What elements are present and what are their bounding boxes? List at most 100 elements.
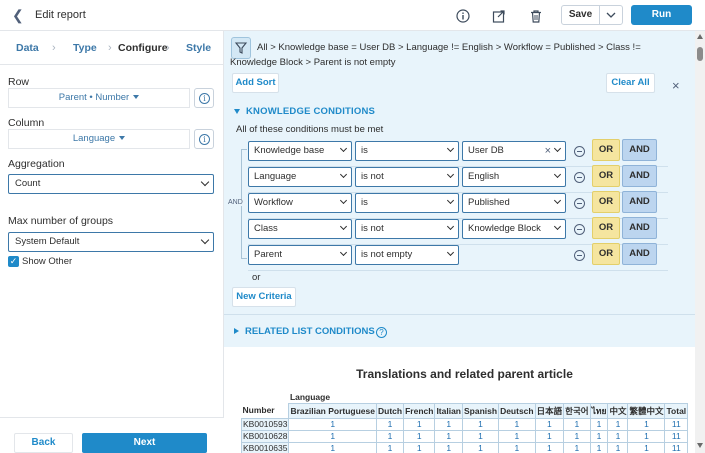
column-header[interactable]: Italian [434,402,463,419]
operator-select[interactable]: is not [355,167,459,187]
value-select[interactable]: English [462,167,566,187]
max-groups-select[interactable]: System Default [8,232,214,252]
remove-condition-icon[interactable] [574,198,585,209]
and-button[interactable]: AND [622,217,657,239]
table-cell[interactable]: 1 [607,441,629,453]
column-header[interactable]: Dutch [375,402,405,419]
operator-select[interactable]: is [355,141,459,161]
field-select[interactable]: Class [248,219,352,239]
table-cell[interactable]: 1 [627,429,666,443]
scroll-thumb[interactable] [697,47,703,61]
value-select[interactable]: Published [462,193,566,213]
table-cell[interactable]: 11 [664,429,689,443]
tab-style[interactable]: Style [186,42,211,54]
table-cell[interactable]: 11 [664,417,689,431]
table-cell[interactable]: 1 [534,429,565,443]
row-key[interactable]: KB0010635 [240,441,290,453]
operator-select[interactable]: is not [355,219,459,239]
next-button[interactable]: Next [82,433,207,453]
add-sort-button[interactable]: Add Sort [232,73,279,93]
column-header[interactable]: 繁體中文 [627,402,666,419]
table-cell[interactable]: 1 [498,429,536,443]
column-header[interactable]: ไทย [589,402,609,419]
table-cell[interactable]: 1 [403,429,436,443]
table-cell[interactable]: 1 [627,441,666,453]
field-select[interactable]: Workflow [248,193,352,213]
table-cell[interactable]: 1 [607,429,629,443]
table-cell[interactable]: 1 [375,429,405,443]
or-button[interactable]: OR [592,243,620,265]
table-cell[interactable]: 1 [461,417,500,431]
column-header[interactable]: Spanish [461,402,500,419]
aggregation-select[interactable]: Count [8,174,214,194]
column-info-button[interactable]: i [194,129,214,149]
back-chevron-icon[interactable]: ❮ [12,8,26,22]
table-cell[interactable]: 1 [288,441,377,453]
column-header[interactable]: 日本語 [534,402,565,419]
knowledge-conditions-header[interactable]: KNOWLEDGE CONDITIONS [234,106,375,117]
field-select[interactable]: Language [248,167,352,187]
field-select[interactable]: Knowledge base [248,141,352,161]
or-button[interactable]: OR [592,191,620,213]
column-header[interactable]: Deutsch [498,402,536,419]
table-cell[interactable]: 1 [589,429,609,443]
table-cell[interactable]: 1 [627,417,666,431]
filter-breadcrumb[interactable]: All > Knowledge base = User DB > Languag… [230,40,670,70]
column-header[interactable]: 中文 [607,402,629,419]
table-cell[interactable]: 1 [589,417,609,431]
save-options-button[interactable] [599,5,623,25]
table-cell[interactable]: 1 [563,441,591,453]
vertical-scrollbar[interactable] [695,31,705,453]
table-cell[interactable]: 1 [375,417,405,431]
row-key[interactable]: KB0010593 [240,417,290,431]
share-icon[interactable] [492,9,506,23]
row-key[interactable]: KB0010628 [240,429,290,443]
table-cell[interactable]: 1 [607,417,629,431]
or-button[interactable]: OR [592,165,620,187]
remove-condition-icon[interactable] [574,250,585,261]
close-icon[interactable]: × [672,78,680,93]
table-cell[interactable]: 1 [288,429,377,443]
column-header[interactable]: French [403,402,436,419]
run-button[interactable]: Run [631,5,692,25]
help-icon[interactable]: ? [376,327,387,338]
table-cell[interactable]: 1 [498,417,536,431]
table-cell[interactable]: 1 [288,417,377,431]
table-cell[interactable]: 1 [534,417,565,431]
remove-condition-icon[interactable] [574,172,585,183]
tab-data[interactable]: Data [16,42,39,54]
related-list-conditions-header[interactable]: RELATED LIST CONDITIONS [234,326,375,337]
table-cell[interactable]: 1 [434,429,463,443]
or-button[interactable]: OR [592,139,620,161]
table-cell[interactable]: 1 [461,441,500,453]
table-cell[interactable]: 1 [403,417,436,431]
info-icon[interactable] [456,9,470,23]
and-button[interactable]: AND [622,139,657,161]
table-cell[interactable]: 1 [434,417,463,431]
scroll-up-icon[interactable] [697,34,703,39]
table-cell[interactable]: 1 [534,441,565,453]
table-cell[interactable]: 11 [664,441,689,453]
table-cell[interactable]: 1 [498,441,536,453]
row-picker[interactable]: Parent • Number [8,88,190,108]
scroll-down-icon[interactable] [697,443,703,448]
table-cell[interactable]: 1 [461,429,500,443]
trash-icon[interactable] [529,9,543,23]
new-criteria-button[interactable]: New Criteria [232,287,296,307]
table-cell[interactable]: 1 [589,441,609,453]
column-header[interactable]: Brazilian Portuguese [288,402,377,419]
back-button[interactable]: Back [14,433,73,453]
remove-condition-icon[interactable] [574,224,585,235]
clear-icon[interactable]: × [545,142,551,160]
table-cell[interactable]: 1 [375,441,405,453]
and-button[interactable]: AND [622,243,657,265]
column-header[interactable]: Total [664,402,689,419]
tab-configure[interactable]: Configure [118,42,168,54]
field-select[interactable]: Parent [248,245,352,265]
operator-select[interactable]: is not empty [355,245,459,265]
clear-all-button[interactable]: Clear All [606,73,655,93]
column-header[interactable]: 한국어 [563,402,591,419]
or-button[interactable]: OR [592,217,620,239]
remove-condition-icon[interactable] [574,146,585,157]
show-other-checkbox[interactable]: ✓ [8,256,19,267]
